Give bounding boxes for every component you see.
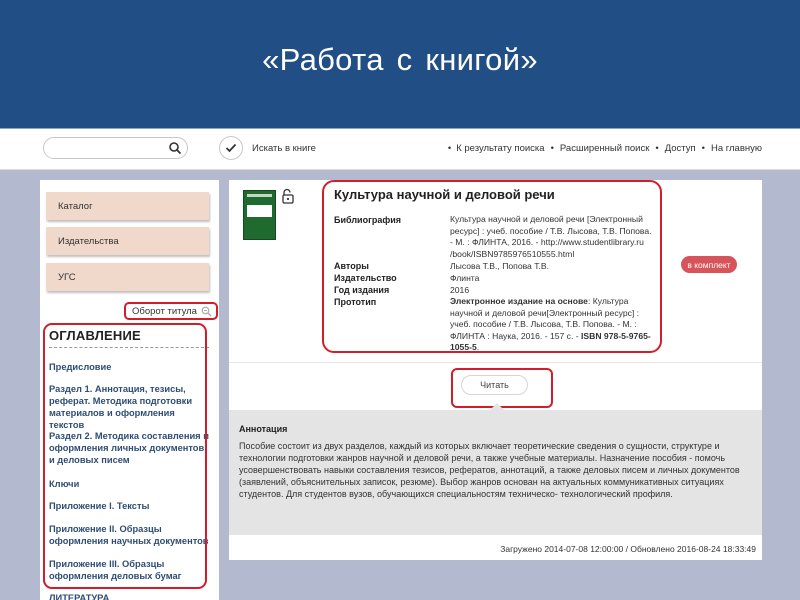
unlock-icon	[282, 188, 294, 204]
sidebar-button-publishers[interactable]: Издательства	[46, 227, 209, 255]
toc-item[interactable]: Ключи	[49, 478, 209, 490]
title-banner: «Работа с книгой»	[0, 0, 800, 130]
upload-timestamp: Загружено 2014-07-08 12:00:00 / Обновлен…	[500, 544, 756, 554]
search-in-book-checkbox[interactable]	[219, 136, 243, 160]
title-verso-label: Оборот титула	[132, 305, 197, 317]
nav-link-to-results[interactable]: К результату поиска	[456, 143, 544, 154]
sidebar-button-ugs[interactable]: УГС	[46, 263, 209, 291]
bibliography-value: Культура научной и деловой речи [Электро…	[450, 214, 652, 259]
annotation-text: Пособие состоит из двух разделов, каждый…	[239, 441, 740, 499]
toc-item[interactable]: Приложение I. Тексты	[49, 500, 209, 512]
annotation-title: Аннотация	[239, 424, 288, 434]
authors-label: Авторы	[334, 261, 369, 271]
divider	[229, 362, 762, 363]
toc-item[interactable]: ЛИТЕРАТУРА	[49, 592, 209, 600]
sidebar: Каталог Издательства УГС Оборот титула О…	[40, 180, 219, 600]
bibliography-label: Библиография	[334, 215, 401, 225]
annotation-notch	[489, 403, 505, 411]
toc-item[interactable]: Раздел 1. Аннотация, тезисы, реферат. Ме…	[49, 383, 209, 431]
top-navigation: • К результату поиска • Расширенный поиск …	[447, 143, 762, 154]
toc-heading: ОГЛАВЛЕНИЕ	[49, 328, 141, 343]
nav-link-advanced-search[interactable]: Расширенный поиск	[560, 143, 649, 154]
search-icon[interactable]	[168, 141, 182, 155]
title-verso-button[interactable]: Оборот титула	[124, 302, 218, 320]
read-button[interactable]: Читать	[461, 375, 528, 395]
toc-divider	[49, 347, 209, 348]
slide-title: «Работа с книгой»	[262, 42, 538, 77]
search-in-book-label[interactable]: Искать в книге	[252, 143, 316, 154]
publisher-label: Издательство	[334, 273, 397, 283]
year-value: 2016	[450, 285, 470, 295]
toc-item[interactable]: Приложение II. Образцы оформления научны…	[49, 523, 209, 547]
nav-link-access[interactable]: Доступ	[665, 143, 696, 154]
book-title: Культура научной и деловой речи	[334, 187, 555, 202]
zoom-icon	[201, 306, 212, 317]
add-to-set-button[interactable]: в комплект	[681, 256, 737, 273]
toc-item[interactable]: Приложение III. Образцы оформления делов…	[49, 558, 209, 582]
toc-item[interactable]: Предисловие	[49, 361, 209, 373]
prototype-value: Электронное издание на основе: Культура …	[450, 296, 651, 352]
sidebar-button-catalog[interactable]: Каталог	[46, 192, 209, 220]
publisher-value: Флинта	[450, 273, 480, 283]
prototype-label: Прототип	[334, 297, 377, 307]
year-label: Год издания	[334, 285, 390, 295]
authors-value: Лысова Т.В., Попова Т.В.	[450, 261, 550, 271]
nav-link-home[interactable]: На главную	[711, 143, 762, 154]
toc-item[interactable]: Раздел 2. Методика составления и оформле…	[49, 430, 209, 466]
search-input[interactable]	[43, 137, 188, 159]
checkmark-icon	[225, 143, 237, 153]
book-cover[interactable]	[243, 190, 276, 240]
